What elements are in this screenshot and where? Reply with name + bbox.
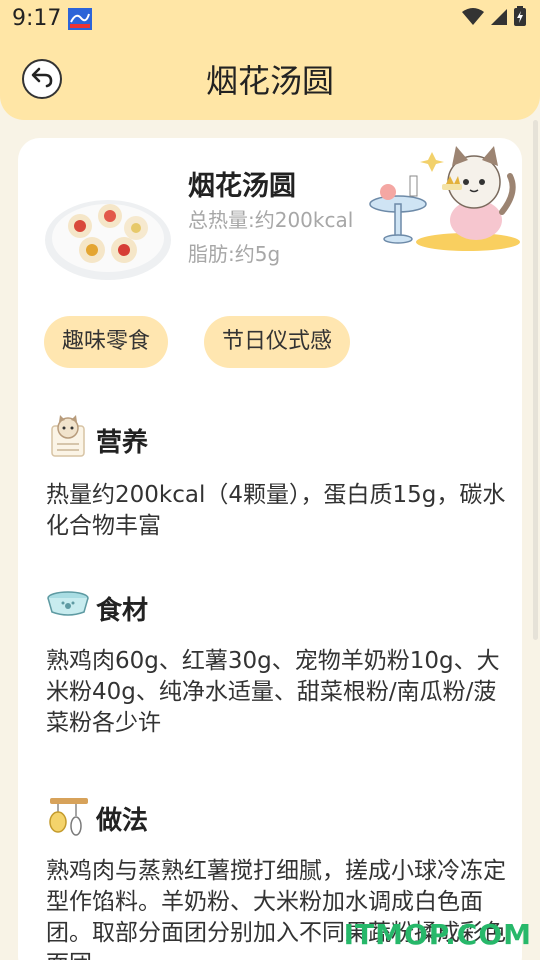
watermark: ITMOP.COM (343, 918, 532, 951)
nutrition-text: 热量约200kcal（4颗量），蛋白质15g，碳水化合物丰富 (46, 482, 506, 539)
recipe-name: 烟花汤圆 (188, 171, 296, 202)
cat-board-icon (46, 414, 90, 458)
signal-icon (490, 7, 508, 32)
recipe-calories: 总热量:约200kcal (188, 208, 354, 232)
ingredients-title: 食材 (96, 596, 149, 626)
cat-waiter-illustration (364, 142, 520, 254)
notification-app-icon (68, 8, 92, 30)
top-app-bar: 烟花汤圆 (0, 38, 540, 120)
whisk-icon (46, 794, 90, 838)
status-icons (462, 6, 526, 32)
status-bar: 9:17 (0, 0, 540, 38)
recipe-card: 烟花汤圆 总热量:约200kcal 脂肪:约5g 趣味零食 节日仪式感 营养 热… (18, 138, 522, 960)
recipe-fat: 脂肪:约5g (188, 242, 281, 266)
screen: 9:17 烟花汤圆 烟花汤圆 总热量:约200kcal 脂肪:约5g 趣味零食 … (0, 0, 540, 960)
battery-icon (514, 6, 526, 32)
tag-festive-ritual[interactable]: 节日仪式感 (204, 316, 351, 368)
scrollbar[interactable] (533, 120, 538, 640)
recipe-photo (44, 188, 172, 282)
wifi-icon (462, 7, 484, 32)
nutrition-title: 营养 (96, 428, 149, 458)
page-title: 烟花汤圆 (205, 62, 334, 100)
tag-fun-snack[interactable]: 趣味零食 (44, 316, 169, 368)
ingredients-text: 熟鸡肉60g、红薯30g、宠物羊奶粉10g、大米粉40g、纯净水适量、甜菜根粉/… (46, 648, 500, 736)
status-time: 9:17 (12, 6, 62, 31)
pet-bowl-icon (46, 584, 90, 628)
method-title: 做法 (96, 806, 149, 836)
